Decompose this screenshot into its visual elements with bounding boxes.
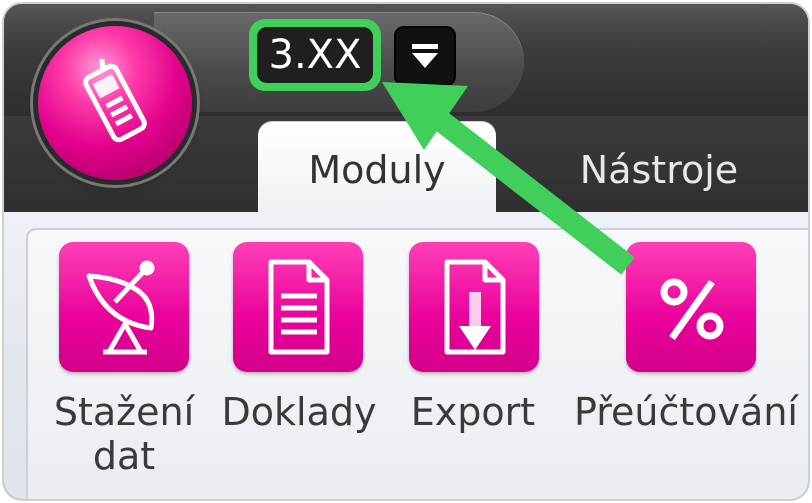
green-arrow-icon [382,82,635,275]
